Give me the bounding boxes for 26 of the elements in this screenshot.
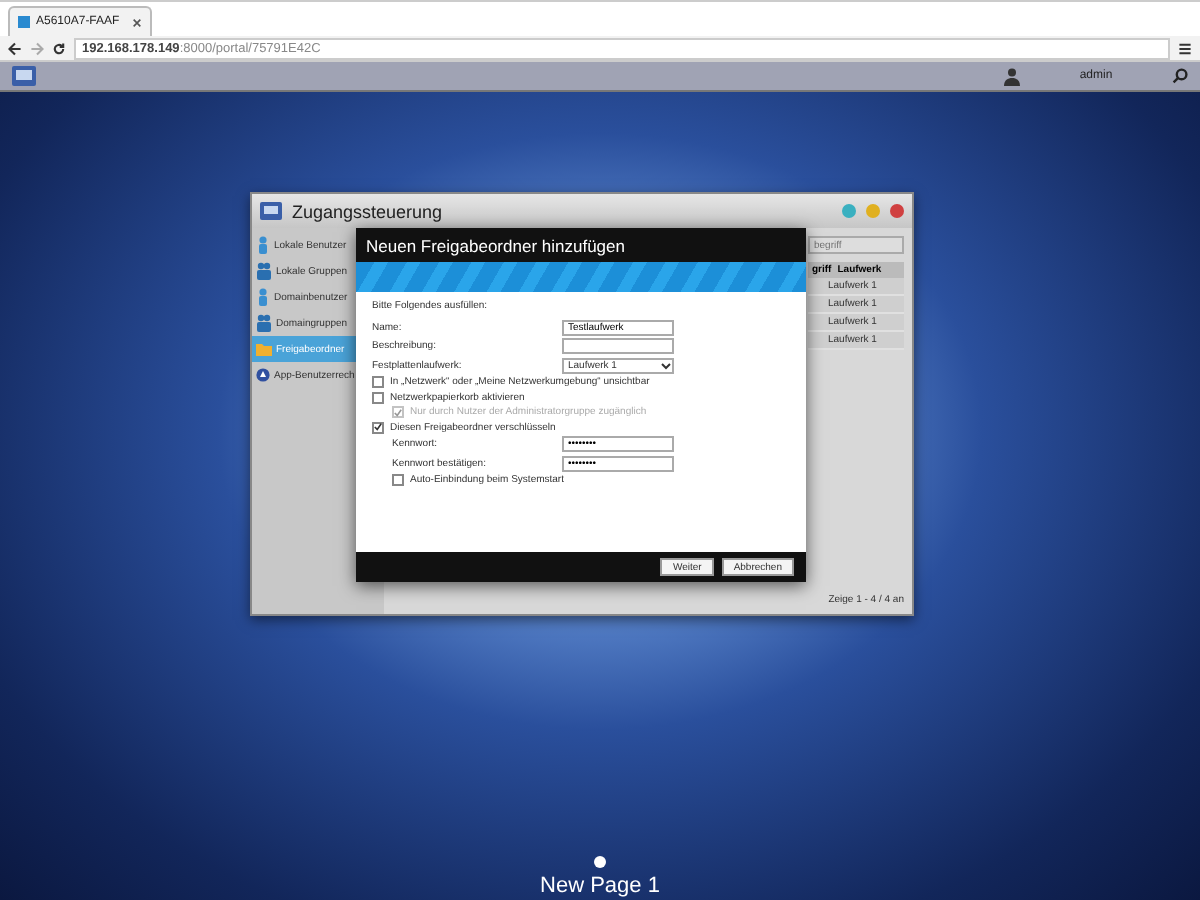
folder-icon	[256, 342, 272, 356]
page-label: New Page 1	[540, 874, 660, 898]
desktop-icon[interactable]	[12, 66, 36, 86]
reload-icon[interactable]	[52, 41, 66, 55]
person-icon[interactable]	[1004, 67, 1020, 85]
checkbox[interactable]	[372, 391, 384, 403]
window-title: Zugangssteuerung	[292, 201, 445, 221]
checkbox[interactable]	[372, 376, 384, 388]
close-icon[interactable]	[132, 17, 142, 27]
back-icon[interactable]	[8, 41, 22, 55]
dialog-title: Neuen Freigabeordner hinzufügen	[356, 228, 806, 262]
checkbox[interactable]	[372, 421, 384, 433]
window-icon	[260, 202, 282, 220]
person-icon	[256, 288, 270, 306]
people-icon	[256, 262, 272, 280]
people-icon	[256, 314, 272, 332]
search-icon[interactable]	[1172, 68, 1188, 84]
checkbox[interactable]	[392, 474, 404, 486]
caret-icon	[660, 359, 672, 371]
app-icon	[256, 368, 270, 382]
close-icon[interactable]	[890, 204, 904, 218]
person-icon	[256, 236, 270, 254]
site-icon	[18, 16, 30, 28]
text-field[interactable]	[562, 338, 674, 354]
page-dot[interactable]	[594, 856, 606, 868]
menu-icon[interactable]	[1178, 41, 1192, 55]
